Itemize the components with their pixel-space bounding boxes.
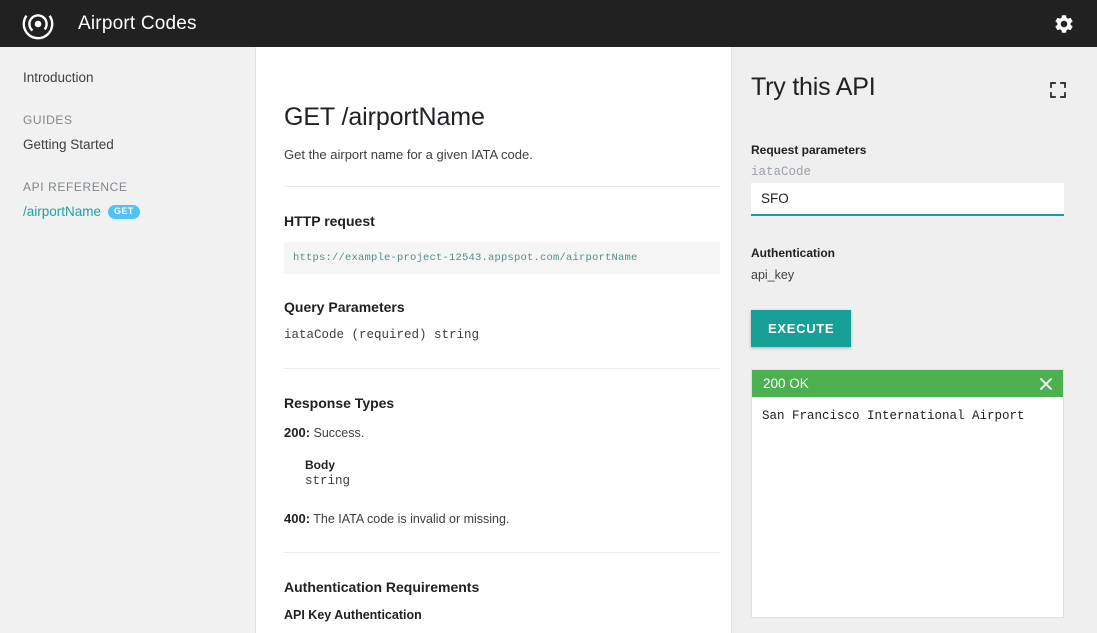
response-status-bar: 200 OK xyxy=(752,370,1063,397)
close-icon[interactable] xyxy=(1038,376,1054,392)
request-url-code: https://example-project-12543.appspot.co… xyxy=(284,242,720,274)
sidebar-item-label: /airportName xyxy=(23,204,102,219)
response-200-code: 200: xyxy=(284,425,311,440)
sidebar-item-airportname[interactable]: /airportName GET xyxy=(23,203,140,221)
response-400: 400: The IATA code is invalid or missing… xyxy=(284,510,720,528)
response-200-text: Success. xyxy=(313,426,365,440)
divider xyxy=(284,368,720,369)
response-body-label: Body xyxy=(305,458,335,472)
try-panel-title: Try this API xyxy=(751,73,876,101)
response-body-text: San Francisco International Airport xyxy=(762,409,1025,423)
sidebar: Introduction GUIDES Getting Started API … xyxy=(0,47,256,633)
page-title: GET /airportName xyxy=(284,103,485,131)
target-spiral-logo-icon xyxy=(22,8,54,40)
http-request-heading: HTTP request xyxy=(284,213,375,229)
authentication-requirements-heading: Authentication Requirements xyxy=(284,579,480,595)
response-400-code: 400: xyxy=(284,511,311,526)
sidebar-section-guides: GUIDES xyxy=(23,113,73,127)
status-badge: 200 OK xyxy=(763,376,809,391)
response-body-block: Body string xyxy=(305,458,720,488)
iatacode-param-label: iataCode xyxy=(751,165,812,179)
iatacode-input[interactable] xyxy=(751,183,1064,216)
page-description: Get the airport name for a given IATA co… xyxy=(284,147,533,162)
authentication-value: api_key xyxy=(751,268,795,282)
request-parameters-label: Request parameters xyxy=(751,143,867,157)
gear-icon[interactable] xyxy=(1051,11,1077,37)
fullscreen-expand-icon[interactable] xyxy=(1049,81,1067,99)
divider xyxy=(284,552,720,553)
response-400-text: The IATA code is invalid or missing. xyxy=(313,512,510,526)
top-app-bar: Airport Codes xyxy=(0,0,1097,47)
response-box: 200 OK San Francisco International Airpo… xyxy=(751,369,1064,618)
divider xyxy=(284,186,720,187)
sidebar-item-introduction[interactable]: Introduction xyxy=(23,69,255,87)
response-body-type: string xyxy=(305,474,351,488)
query-parameters-heading: Query Parameters xyxy=(284,299,405,315)
sidebar-item-getting-started[interactable]: Getting Started xyxy=(23,136,255,154)
method-badge-get: GET xyxy=(108,205,140,219)
brand-area[interactable]: Airport Codes xyxy=(22,8,197,40)
try-panel-header: Try this API xyxy=(751,47,1067,102)
api-key-authentication-subheading: API Key Authentication xyxy=(284,608,422,622)
sidebar-section-api-reference: API REFERENCE xyxy=(23,180,128,194)
try-this-api-panel: Try this API Request parameters iataCode… xyxy=(731,47,1097,633)
response-types-heading: Response Types xyxy=(284,395,395,411)
app-title: Airport Codes xyxy=(78,12,197,34)
main-documentation: GET /airportName Get the airport name fo… xyxy=(256,47,731,633)
execute-button[interactable]: EXECUTE xyxy=(751,310,852,347)
authentication-label: Authentication xyxy=(751,246,835,260)
page-body: Introduction GUIDES Getting Started API … xyxy=(0,47,1097,633)
query-parameter-row: iataCode (required) string xyxy=(284,328,480,342)
response-200: 200: Success. xyxy=(284,424,720,442)
